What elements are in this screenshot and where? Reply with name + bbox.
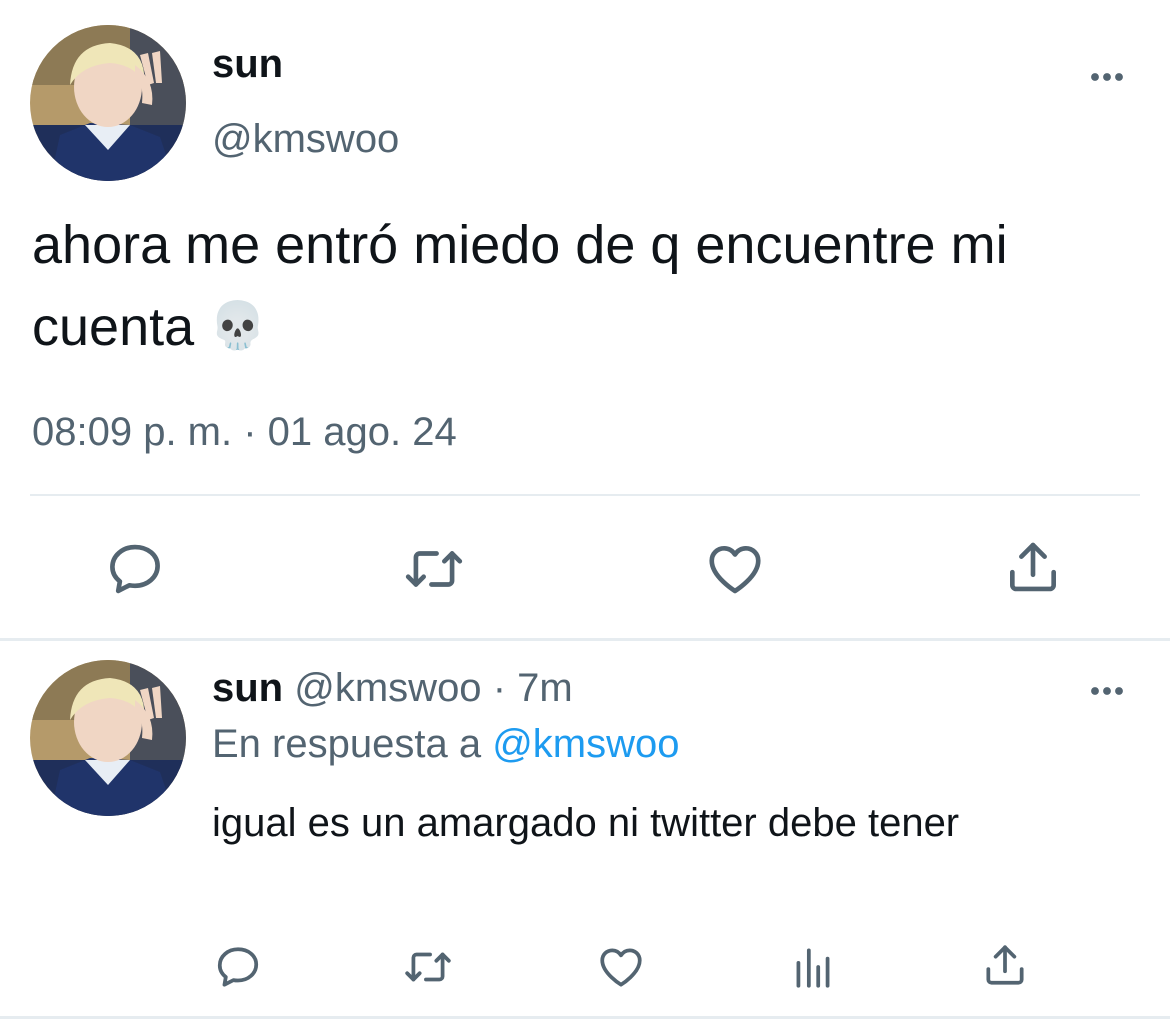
- tweet-text: ahora me entró miedo de q encuentre mi c…: [32, 205, 1142, 367]
- retweet-icon[interactable]: [401, 942, 455, 992]
- avatar[interactable]: [30, 660, 186, 816]
- handle[interactable]: @kmswoo: [294, 666, 481, 710]
- tweet-timestamp[interactable]: 08:09 p. m. · 01 ago. 24: [32, 410, 457, 455]
- reply-icon[interactable]: [104, 538, 166, 600]
- handle[interactable]: @kmswoo: [212, 117, 399, 162]
- analytics-icon[interactable]: [788, 942, 838, 992]
- heart-icon[interactable]: [704, 538, 766, 600]
- tweet-text-body: ahora me entró miedo de q encuentre mi c…: [32, 215, 1008, 357]
- main-tweet: sun @kmswoo ahora me entró miedo de q en…: [0, 0, 1170, 640]
- share-icon[interactable]: [1002, 536, 1064, 598]
- heart-icon[interactable]: [596, 942, 646, 992]
- display-name[interactable]: sun: [212, 42, 283, 87]
- skull-emoji: 💀: [209, 298, 267, 352]
- more-horizontal-icon[interactable]: [1088, 684, 1126, 702]
- reply-icon[interactable]: [213, 942, 263, 992]
- time-ago[interactable]: 7m: [517, 666, 573, 710]
- share-icon[interactable]: [980, 940, 1030, 990]
- display-name[interactable]: sun: [212, 666, 283, 710]
- tweet-separator: [0, 638, 1170, 641]
- tweet-text: igual es un amargado ni twitter debe ten…: [212, 801, 960, 845]
- replying-to: En respuesta a @kmswoo: [212, 722, 680, 767]
- divider: [30, 494, 1140, 496]
- more-horizontal-icon[interactable]: [1088, 70, 1126, 88]
- retweet-icon[interactable]: [401, 538, 467, 600]
- replying-to-prefix: En respuesta a: [212, 722, 482, 766]
- bottom-divider: [0, 1016, 1170, 1019]
- reply-header: sun @kmswoo · 7m: [212, 666, 573, 711]
- mention-link[interactable]: @kmswoo: [492, 722, 679, 766]
- separator-dot: ·: [492, 666, 507, 710]
- avatar[interactable]: [30, 25, 186, 181]
